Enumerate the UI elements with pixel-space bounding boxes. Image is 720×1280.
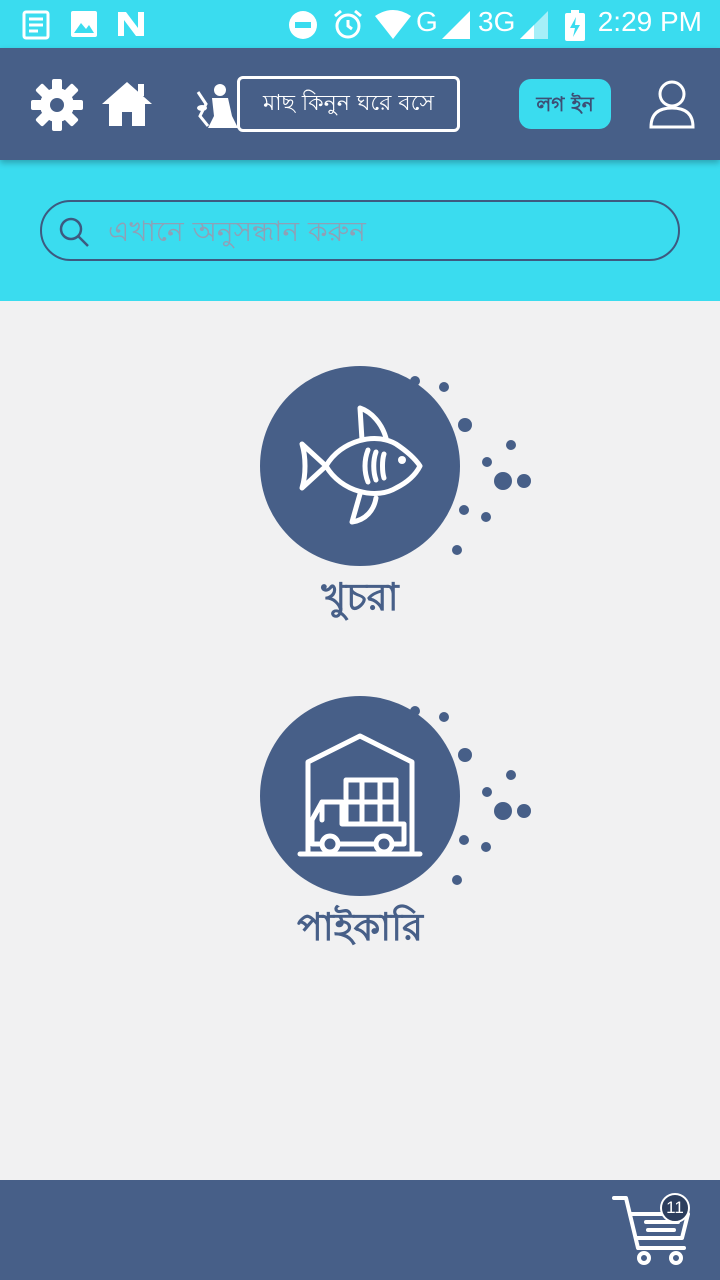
network-type-3g: 3G: [478, 6, 516, 37]
decorative-dot: [517, 804, 531, 818]
decorative-dot: [410, 376, 420, 386]
category-retail-label[interactable]: খুচরা: [230, 568, 490, 632]
alarm-icon: [334, 10, 362, 39]
bottom-bar: [0, 1180, 720, 1280]
category-wholesale-circle[interactable]: [260, 696, 460, 896]
decorative-dot: [506, 770, 516, 780]
category-wholesale-label[interactable]: পাইকারি: [230, 898, 490, 962]
home-icon[interactable]: [100, 80, 154, 128]
decorative-dot: [459, 835, 469, 845]
n-app-icon: [118, 12, 144, 36]
warehouse-truck-icon: [297, 733, 423, 857]
category-wholesale[interactable]: পাইকারি: [230, 696, 550, 956]
decorative-dot: [481, 512, 491, 522]
image-icon: [71, 11, 97, 37]
decorative-dot: [458, 748, 472, 762]
decorative-dot: [517, 474, 531, 488]
search-input[interactable]: [108, 210, 658, 252]
decorative-dot: [452, 545, 462, 555]
search-icon: [59, 217, 89, 247]
category-retail-circle[interactable]: [260, 366, 460, 566]
signal-icon: [442, 11, 470, 39]
user-icon[interactable]: [648, 78, 696, 130]
signal-icon-secondary: [520, 11, 548, 39]
decorative-dot: [410, 706, 420, 716]
decorative-dot: [452, 875, 462, 885]
decorative-dot: [481, 842, 491, 852]
battery-icon: [565, 10, 585, 41]
decorative-dot: [482, 457, 492, 467]
status-bar: G 3G 2:29 PM: [0, 0, 720, 48]
search-section: [0, 160, 720, 301]
decorative-dot: [494, 472, 512, 490]
decorative-dot: [506, 440, 516, 450]
app-header: মাছ কিনুন ঘরে বসে লগ ইন: [0, 48, 720, 160]
fisherman-logo-icon: [196, 84, 238, 128]
decorative-dot: [482, 787, 492, 797]
decorative-dot: [458, 418, 472, 432]
do-not-disturb-icon: [289, 11, 317, 39]
fish-icon: [299, 405, 423, 525]
brand-tagline: মাছ কিনুন ঘরে বসে: [237, 76, 460, 132]
cart-count-badge: 11: [660, 1193, 690, 1223]
search-box[interactable]: [40, 200, 680, 261]
wifi-icon: [375, 10, 411, 39]
clock-time: 2:29 PM: [597, 6, 702, 37]
decorative-dot: [439, 712, 449, 722]
decorative-dot: [459, 505, 469, 515]
settings-icon[interactable]: [30, 78, 84, 132]
decorative-dot: [494, 802, 512, 820]
category-retail[interactable]: খুচরা: [230, 366, 550, 626]
decorative-dot: [439, 382, 449, 392]
news-icon: [22, 10, 50, 40]
network-type-g: G: [416, 6, 438, 37]
login-button[interactable]: লগ ইন: [519, 79, 611, 129]
